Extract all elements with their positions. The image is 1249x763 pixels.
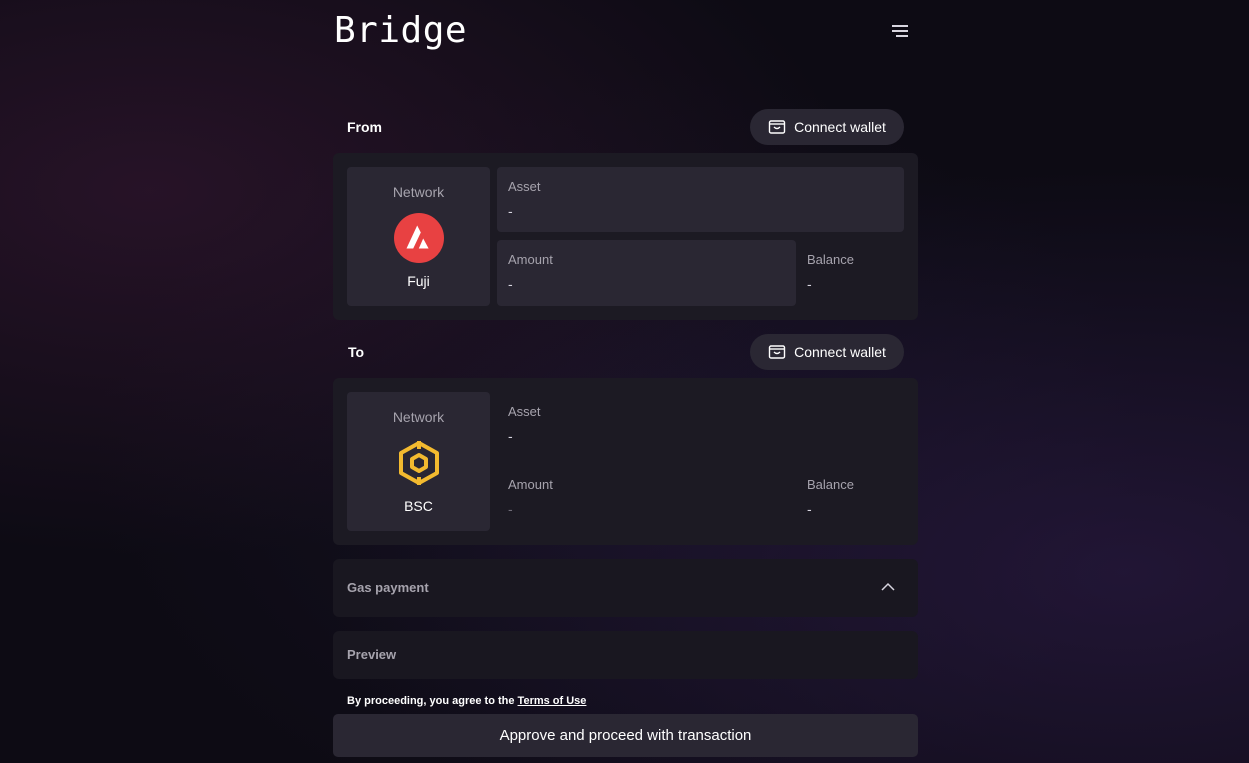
wallet-icon [768,120,786,134]
approve-button[interactable]: Approve and proceed with transaction [333,714,918,757]
chevron-up-icon[interactable] [880,581,896,593]
from-balance-field: Balance - [796,240,904,306]
to-asset-value: - [508,428,513,444]
from-amount-field[interactable]: Amount - [497,240,796,306]
from-network-label: Network [392,184,445,200]
to-network-label: Network [392,409,445,425]
gas-payment-section[interactable]: Gas payment [333,559,918,617]
to-network-selector[interactable]: Network BSC [347,392,490,531]
to-connect-wallet-label: Connect wallet [794,344,886,360]
from-panel: Network Fuji Asset - Amount - Balance - [333,153,918,320]
from-asset-value: - [508,203,513,219]
from-asset-field[interactable]: Asset - [497,167,904,232]
from-amount-value: - [508,276,513,292]
from-label: From [347,119,382,135]
to-amount-field: Amount - [497,465,796,531]
to-balance-field: Balance - [796,465,904,531]
to-label: To [348,344,365,360]
to-network-name: BSC [404,498,433,514]
wallet-icon [768,345,786,359]
terms-notice: By proceeding, you agree to the Terms of… [347,695,586,707]
from-amount-label: Amount [508,252,553,267]
to-balance-label: Balance [807,477,854,492]
page-title: Bridge [334,10,468,51]
from-asset-label: Asset [508,179,541,194]
bnb-logo-icon [399,441,439,485]
to-amount-value: - [508,501,513,517]
preview-label: Preview [347,647,397,662]
to-panel: Network BSC Asset - Amount - Balance - [333,378,918,545]
from-balance-value: - [807,276,812,292]
preview-section[interactable]: Preview [333,631,918,679]
to-connect-wallet-button[interactable]: Connect wallet [750,334,904,370]
hamburger-menu-icon[interactable] [888,22,912,40]
to-asset-label: Asset [508,404,541,419]
to-amount-label: Amount [508,477,553,492]
gas-payment-label: Gas payment [347,580,429,595]
to-asset-field: Asset - [497,392,904,457]
from-connect-wallet-label: Connect wallet [794,119,886,135]
from-network-selector[interactable]: Network Fuji [347,167,490,306]
from-balance-label: Balance [807,252,854,267]
from-connect-wallet-button[interactable]: Connect wallet [750,109,904,145]
avalanche-logo-icon [394,213,444,263]
from-network-name: Fuji [407,273,430,289]
terms-of-use-link[interactable]: Terms of Use [518,695,587,707]
terms-prefix: By proceeding, you agree to the [347,695,515,707]
to-balance-value: - [807,501,812,517]
